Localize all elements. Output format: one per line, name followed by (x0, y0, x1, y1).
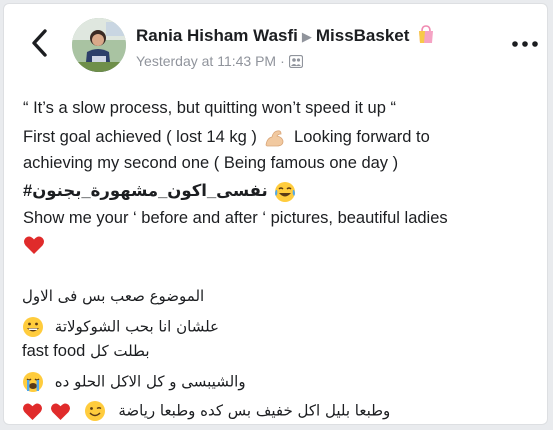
tears-of-joy-emoji-icon (275, 181, 296, 202)
back-chevron-icon[interactable] (26, 26, 54, 60)
winking-face-emoji-icon (84, 401, 105, 421)
shopping-bag-icon (419, 25, 434, 43)
red-heart-icon (50, 402, 70, 420)
crying-face-emoji-icon (23, 372, 43, 392)
arabic-line-3-text: بطلت كل (90, 342, 150, 360)
arabic-line-1: الموضوع صعب بس فى الاول (22, 287, 204, 305)
post-text-line-2-a: First goal achieved ( lost 14 kg ) (23, 128, 257, 146)
arrow-right-icon: ▶ (301, 29, 312, 44)
post-meta: Yesterday at 11:43 PM · (136, 53, 303, 69)
more-options-icon[interactable] (509, 34, 541, 54)
post-text-line-4: #نفسى_اكون_مشهورة_بجنون (23, 179, 533, 204)
avatar[interactable] (72, 18, 126, 72)
arabic-line-4-text: والشيبسى و كل الاكل الحلو ده (54, 372, 246, 391)
post-card: Rania Hisham Wasfi ▶ MissBasket Yesterday … (3, 3, 548, 425)
author-name[interactable]: Rania Hisham Wasfi (136, 26, 298, 45)
arabic-line-2: علشان انا بحب الشوكولاتة (22, 316, 219, 338)
flexed-biceps-icon (266, 130, 284, 147)
arabic-line-4: والشيبسى و كل الاكل الحلو ده (22, 371, 246, 393)
post-text-line-5: Show me your ‘ before and after ‘ pictur… (23, 209, 448, 227)
separator-dot: · (280, 53, 285, 69)
post-text-line-2-b: Looking forward to (294, 128, 430, 146)
arabic-line-3-en: fast food (22, 342, 86, 360)
hashtag-link[interactable]: #نفسى_اكون_مشهورة_بجنون (23, 182, 268, 200)
post-text-line-3: achieving my second one ( Being famous o… (23, 154, 399, 172)
arabic-line-5-text: وطبعا بليل اكل خفيف بس كده وطبعا رياضة (118, 401, 391, 420)
timestamp[interactable]: Yesterday at 11:43 PM (136, 53, 276, 69)
grinning-face-emoji-icon (23, 317, 43, 337)
group-name[interactable]: MissBasket (316, 26, 410, 45)
red-heart-icon (23, 402, 42, 420)
arabic-line-1-text: الموضوع صعب بس فى الاول (22, 287, 205, 305)
arabic-line-3: fast food بطلت كل (22, 342, 150, 361)
group-audience-icon[interactable] (288, 54, 303, 68)
red-heart-icon (24, 236, 44, 254)
arabic-line-2-text: علشان انا بحب الشوكولاتة (54, 317, 219, 336)
arabic-line-5: وطبعا بليل اكل خفيف بس كده وطبعا رياضة (22, 400, 390, 422)
post-header-title: Rania Hisham Wasfi ▶ MissBasket (136, 24, 436, 46)
post-text-line-1: “ It’s a slow process, but quitting won’… (23, 99, 396, 117)
post-text-line-2: First goal achieved ( lost 14 kg ) Looki… (23, 125, 533, 150)
